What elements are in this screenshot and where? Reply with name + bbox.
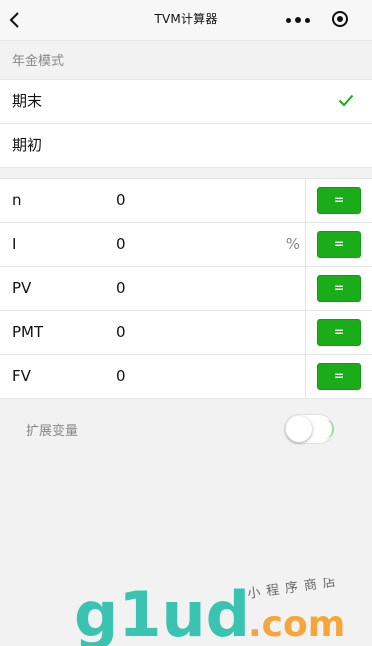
section-header-annuity-mode: 年金模式 [12, 54, 65, 69]
n-input[interactable]: 0 [116, 179, 126, 222]
page-title: TVM计算器 [154, 12, 218, 26]
tvm-input-table: n 0 = I 0 % = PV 0 = PMT 0 = FV 0 = [0, 178, 372, 399]
checkmark-icon [338, 94, 354, 107]
divider [305, 355, 306, 398]
tvm-row-n: n 0 = [0, 179, 372, 222]
divider [305, 223, 306, 266]
calculate-pmt-button[interactable]: = [317, 319, 361, 346]
mode-option-begin[interactable]: 期初 [0, 123, 372, 167]
annuity-mode-list: 期末 期初 [0, 79, 372, 168]
mode-option-label: 期末 [12, 92, 43, 110]
variable-label: FV [12, 367, 31, 385]
variable-label: PV [12, 279, 32, 297]
calculate-fv-button[interactable]: = [317, 363, 361, 390]
calculate-i-button[interactable]: = [317, 231, 361, 258]
variable-label: n [12, 191, 22, 209]
calculate-pv-button[interactable]: = [317, 275, 361, 302]
watermark-suffix: .com [248, 604, 345, 645]
mode-option-end[interactable]: 期末 [0, 80, 372, 123]
mode-option-label: 期初 [12, 136, 43, 154]
tvm-row-i: I 0 % = [0, 222, 372, 266]
variable-label: I [12, 235, 17, 253]
switch-track-edge [318, 419, 334, 439]
switch-knob [286, 416, 312, 442]
watermark-logo: g1ud .com 小程序商店 [74, 578, 345, 646]
extend-variables-switch[interactable] [284, 414, 334, 444]
pmt-input[interactable]: 0 [116, 311, 126, 354]
close-miniprogram-icon[interactable] [332, 11, 348, 27]
percent-unit: % [285, 235, 300, 253]
variable-label: PMT [12, 323, 44, 341]
divider [305, 179, 306, 222]
tvm-row-pmt: PMT 0 = [0, 310, 372, 354]
divider [305, 311, 306, 354]
pv-input[interactable]: 0 [116, 267, 126, 310]
watermark-tagline: 小程序商店 [246, 578, 342, 602]
tvm-row-pv: PV 0 = [0, 266, 372, 310]
extend-variables-label: 扩展变量 [26, 424, 79, 439]
tvm-row-fv: FV 0 = [0, 354, 372, 398]
watermark-logo-text: g1ud [74, 578, 250, 646]
divider [305, 267, 306, 310]
i-input[interactable]: 0 [116, 223, 126, 266]
navigation-bar: TVM计算器 [0, 0, 372, 41]
calculate-n-button[interactable]: = [317, 187, 361, 214]
fv-input[interactable]: 0 [116, 355, 126, 398]
more-menu-icon[interactable] [286, 15, 310, 25]
